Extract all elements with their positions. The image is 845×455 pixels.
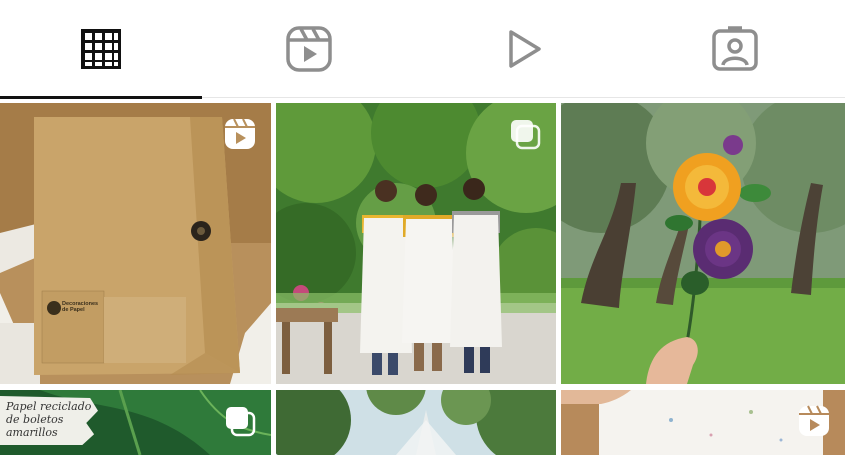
tab-reels[interactable] xyxy=(208,0,410,98)
post-recycled-paper[interactable]: Papel reciclado de boletos amarillos xyxy=(0,390,271,455)
reels-icon xyxy=(286,26,332,72)
reels-badge-icon xyxy=(225,118,255,149)
tab-posts-grid[interactable] xyxy=(0,0,202,99)
post-envelope[interactable]: Decoraciones de Papel xyxy=(0,103,271,384)
carousel-badge-icon xyxy=(226,407,256,437)
grid-icon xyxy=(81,29,121,69)
tagged-person-icon xyxy=(712,26,758,71)
envelope-logo-text: Decoraciones de Papel xyxy=(62,301,99,313)
tab-videos[interactable] xyxy=(422,0,624,98)
post-tree-canopy[interactable] xyxy=(276,390,556,455)
post-paper-sheet[interactable] xyxy=(561,390,845,455)
post-tree-canopy-image xyxy=(276,390,556,455)
posts-grid: Decoraciones de Papel Papel reciclado de… xyxy=(0,103,845,455)
reels-badge-icon xyxy=(799,405,829,436)
post-paper-flowers-image xyxy=(561,103,845,384)
play-icon xyxy=(509,30,541,68)
post-artisans-photo[interactable] xyxy=(276,103,556,384)
carousel-badge-icon xyxy=(511,120,541,150)
tab-tagged[interactable] xyxy=(634,0,836,98)
profile-tab-bar xyxy=(0,0,845,99)
post-paper-flowers[interactable] xyxy=(561,103,845,384)
post-caption-overlay: Papel reciclado de boletos amarillos xyxy=(0,396,98,445)
